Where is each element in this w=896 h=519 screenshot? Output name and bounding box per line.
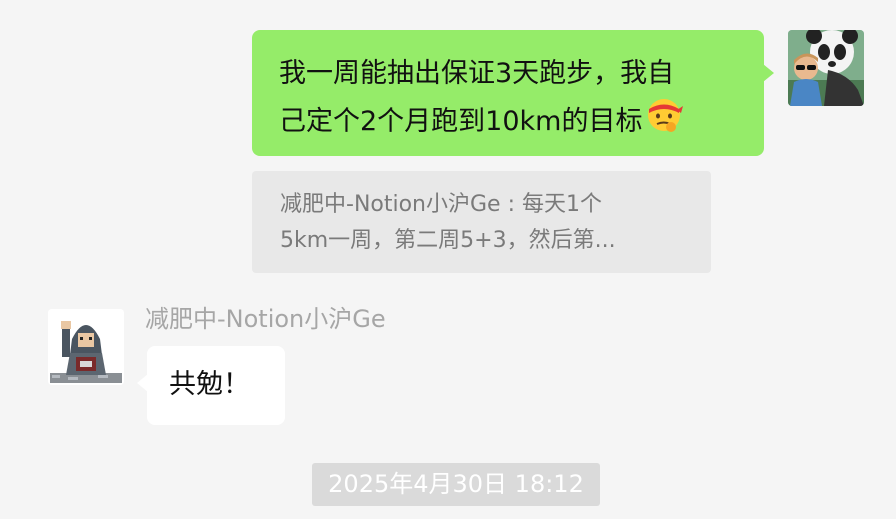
quote-line-2: 5km一周，第二周5+3，然后第... (280, 228, 616, 253)
self-avatar[interactable] (788, 30, 864, 106)
timestamp-label: 2025年4月30日 18:12 (312, 463, 600, 506)
pixel-hooded-character-avatar-icon (48, 309, 124, 385)
incoming-message-bubble[interactable]: 共勉！ (137, 346, 285, 425)
outgoing-message-bubble[interactable]: 我一周能抽出保证3天跑步，我自 己定个2个月跑到10km的目标 (252, 30, 774, 156)
quote-line-1: 减肥中-Notion小沪Ge : 每天1个 (280, 192, 602, 217)
panda-photo-avatar-icon (788, 30, 864, 106)
headband-thinking-emoji-icon (648, 99, 684, 132)
outgoing-message-line-1: 我一周能抽出保证3天跑步，我自 (279, 58, 675, 89)
outgoing-message-line-2: 己定个2个月跑到10km的目标 (279, 94, 744, 142)
incoming-message-text: 共勉！ (169, 369, 250, 400)
sender-name: 减肥中-Notion小沪Ge (145, 305, 386, 333)
quoted-message[interactable]: 减肥中-Notion小沪Ge : 每天1个 5km一周，第二周5+3，然后第..… (252, 171, 711, 273)
outgoing-message-line-2-text: 己定个2个月跑到10km的目标 (279, 106, 643, 137)
sender-avatar[interactable] (48, 309, 124, 385)
